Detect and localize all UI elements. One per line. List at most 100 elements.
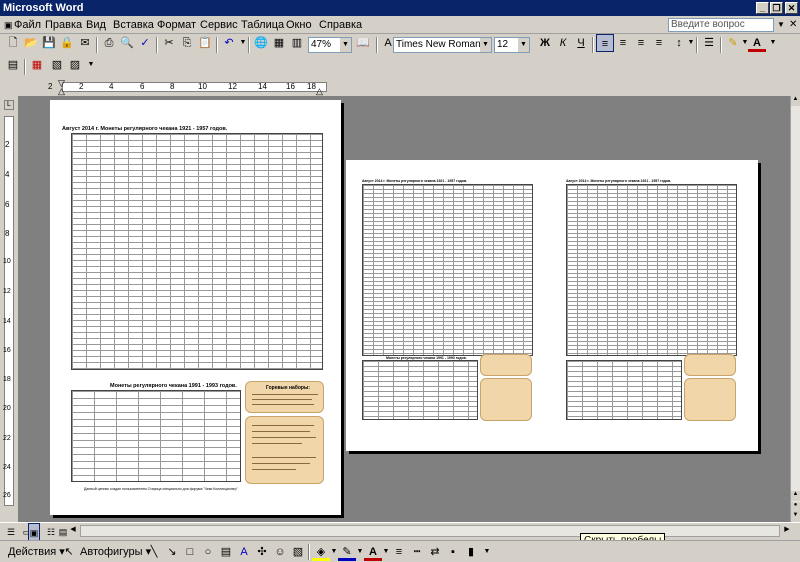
italic-button[interactable]: К <box>554 34 572 52</box>
columns-icon[interactable]: ▥ <box>288 34 306 52</box>
vertical-scrollbar[interactable]: ▲ ▲ ● ▼ <box>790 96 800 522</box>
document-page-2[interactable]: Август 2014 г. Монеты регулярного чекана… <box>346 160 758 451</box>
select-objects-icon[interactable]: ↖ <box>60 543 78 561</box>
maximize-button[interactable]: ❐ <box>770 2 783 14</box>
ruler-tick: 18 <box>3 376 11 383</box>
hyperlink-icon[interactable]: 🌐 <box>252 34 270 52</box>
textbox-icon[interactable]: ▤ <box>217 543 235 561</box>
numbering-icon[interactable]: ☰ <box>700 34 718 52</box>
menu-format[interactable]: Формат <box>157 18 196 32</box>
scroll-up-icon[interactable]: ▲ <box>791 96 800 106</box>
toolbar-options-icon[interactable]: ▼ <box>478 543 496 561</box>
menu-file[interactable]: Файл <box>14 18 41 32</box>
ruler-tick: 14 <box>258 82 267 91</box>
chevron-down-icon: ▼ <box>518 38 529 52</box>
zoom-select[interactable]: 47% ▼ <box>308 37 352 53</box>
ask-question-input[interactable]: Введите вопрос <box>668 18 774 32</box>
horizontal-scrollbar[interactable] <box>80 525 780 537</box>
print-preview-icon[interactable]: 🔍 <box>118 34 136 52</box>
page-heading: Август 2014 г. Монеты регулярного чекана… <box>62 126 228 132</box>
read-mode-icon[interactable]: 📖 <box>354 34 372 52</box>
copy-icon[interactable]: ⎘ <box>178 34 196 52</box>
pdf-icon[interactable]: ▦ <box>28 56 46 74</box>
menu-table[interactable]: Таблица <box>241 18 284 32</box>
arrow-style-icon[interactable]: ⇄ <box>426 543 444 561</box>
word-doc-icon[interactable]: ▣ <box>4 18 13 32</box>
font-color-dropdown-icon[interactable]: ▼ <box>764 34 782 52</box>
spelling-icon[interactable]: ✓ <box>136 34 154 52</box>
document-page-1[interactable]: Август 2014 г. Монеты регулярного чекана… <box>50 100 341 515</box>
clipart-icon[interactable]: ☺ <box>271 543 289 561</box>
document-map-icon[interactable]: ▤ <box>4 56 22 74</box>
select-browse-icon[interactable]: ● <box>791 502 800 512</box>
scroll-left-icon[interactable]: ◀ <box>68 525 78 537</box>
note-box <box>480 378 532 421</box>
email-icon[interactable]: ✉ <box>76 34 94 52</box>
view-bar: ☰ ▭ ▣ ☷ ▤ ◀ ▶ <box>0 522 800 541</box>
picture-icon[interactable]: ▧ <box>289 543 307 561</box>
save-icon[interactable]: 💾 <box>40 34 58 52</box>
close-button[interactable]: ✕ <box>785 2 798 14</box>
prev-page-icon[interactable]: ▲ <box>791 491 800 501</box>
ruler-tick: 10 <box>198 82 207 91</box>
ruler-tick: 6 <box>5 200 10 209</box>
ruler-tick: 2 <box>79 82 84 91</box>
shadow-icon[interactable]: ▪ <box>444 543 462 561</box>
coin-price-table-2 <box>566 360 682 420</box>
next-page-icon[interactable]: ▼ <box>791 512 800 522</box>
underline-button[interactable]: Ч <box>572 34 590 52</box>
ruler-tick: 2 <box>48 82 53 91</box>
ruler-tick: 20 <box>3 405 11 412</box>
minimize-button[interactable]: _ <box>756 2 769 14</box>
print-icon[interactable]: ⎙ <box>100 34 118 52</box>
menu-window[interactable]: Окно <box>286 18 312 32</box>
draw-actions-menu[interactable]: Действия ▾ <box>8 545 65 558</box>
bold-button[interactable]: Ж <box>536 34 554 52</box>
menu-tools[interactable]: Сервис <box>200 18 238 32</box>
menu-view[interactable]: Вид <box>86 18 106 32</box>
ruler-tick: 22 <box>3 435 11 442</box>
table-icon[interactable]: ▦ <box>270 34 288 52</box>
font-size-select[interactable]: 12 ▼ <box>494 37 530 53</box>
note-box: Горевые наборы: <box>245 381 324 413</box>
scroll-right-icon[interactable]: ▶ <box>782 525 792 537</box>
align-right-icon[interactable]: ≡ <box>632 34 650 52</box>
document-workspace[interactable]: Август 2014 г. Монеты регулярного чекана… <box>18 96 790 522</box>
rectangle-icon[interactable]: □ <box>181 543 199 561</box>
dash-style-icon[interactable]: ┅ <box>408 543 426 561</box>
line-icon[interactable]: ╲ <box>145 543 163 561</box>
ask-dropdown-icon[interactable]: ▼ <box>777 18 785 32</box>
close-doc-icon[interactable]: ✕ <box>789 18 797 32</box>
open-icon[interactable]: 📂 <box>22 34 40 52</box>
diagram-icon[interactable]: ✣ <box>253 543 271 561</box>
line-style-icon[interactable]: ≡ <box>390 543 408 561</box>
cut-icon[interactable]: ✂ <box>160 34 178 52</box>
print-layout-icon[interactable]: ▣ <box>28 523 40 541</box>
ruler-tick: 12 <box>228 82 237 91</box>
justify-icon[interactable]: ≡ <box>650 34 668 52</box>
menu-insert[interactable]: Вставка <box>113 18 154 32</box>
new-icon[interactable]: 🗋 <box>4 34 22 52</box>
oval-icon[interactable]: ○ <box>199 543 217 561</box>
vertical-ruler[interactable]: L 2 4 6 8 10 12 14 16 18 20 22 24 26 <box>0 96 18 522</box>
menu-help[interactable]: Справка <box>319 18 362 32</box>
toolbar-options-icon[interactable]: ▼ <box>82 56 100 74</box>
permission-icon[interactable]: 🔒 <box>58 34 76 52</box>
autoshapes-menu[interactable]: Автофигуры ▾ <box>80 545 151 558</box>
ruler-tick: 4 <box>5 170 10 179</box>
font-name-select[interactable]: Times New Roman ▼ <box>393 37 492 53</box>
tab-selector[interactable]: L <box>4 100 14 110</box>
menu-edit[interactable]: Правка <box>45 18 82 32</box>
align-center-icon[interactable]: ≡ <box>614 34 632 52</box>
paste-icon[interactable]: 📋 <box>196 34 214 52</box>
horizontal-ruler[interactable]: ▽ △ △ 2 2 4 6 8 10 12 14 16 18 <box>0 78 800 96</box>
wordart-icon[interactable]: A <box>235 543 253 561</box>
ruler-tick: 24 <box>3 464 11 471</box>
align-left-icon[interactable]: ≡ <box>596 34 614 52</box>
ruler-tick: 14 <box>3 318 11 325</box>
coin-price-table-2 <box>362 360 478 420</box>
arrow-icon[interactable]: ↘ <box>163 543 181 561</box>
ruler-tick: 8 <box>170 82 175 91</box>
pdf-mail-icon[interactable]: ▧ <box>48 56 66 74</box>
note-box <box>684 354 736 376</box>
